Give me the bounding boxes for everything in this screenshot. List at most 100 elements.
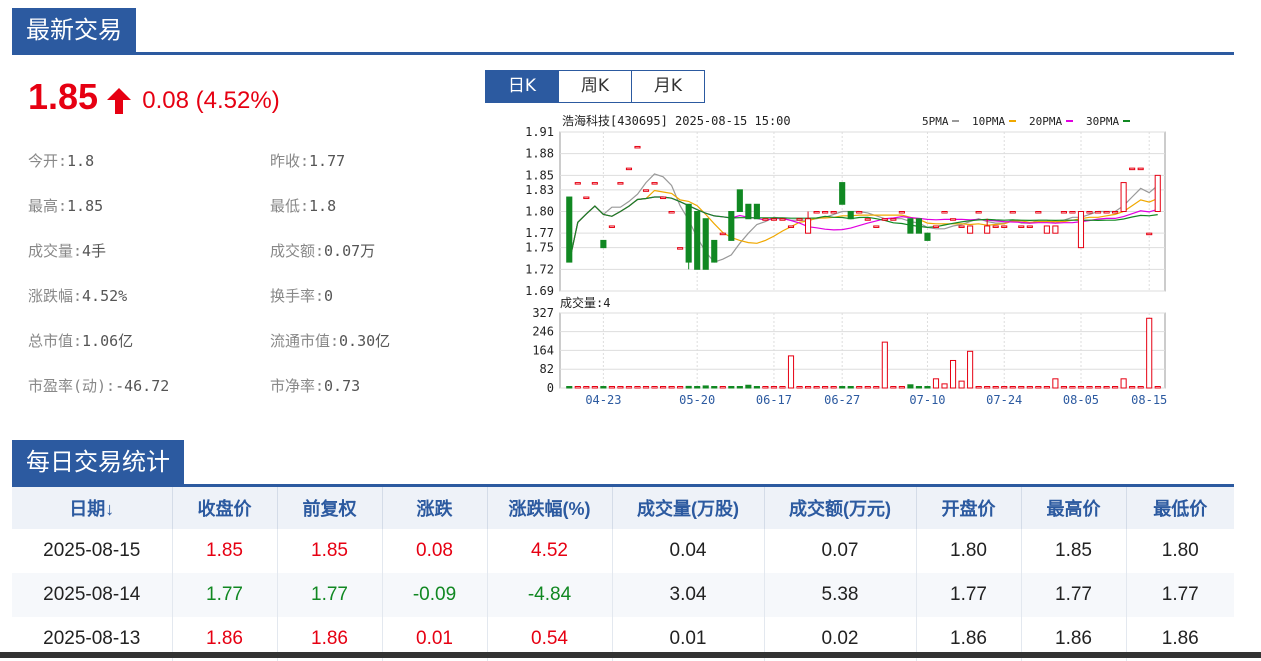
candle-body xyxy=(796,218,803,221)
volume-tick-label: 82 xyxy=(540,362,554,376)
stat-value: 1.06亿 xyxy=(82,332,134,350)
price-tick-label: 1.72 xyxy=(525,262,554,276)
ma-line-30pma xyxy=(568,196,1158,263)
column-header[interactable]: 前复权 xyxy=(277,487,383,529)
volume-bar xyxy=(915,386,922,389)
candle-body xyxy=(932,225,940,228)
candle-body xyxy=(566,196,573,263)
candle-body xyxy=(813,211,820,214)
volume-bar xyxy=(719,386,726,389)
x-tick-label: 05-20 xyxy=(679,393,715,407)
table-cell: 1.77 xyxy=(1021,573,1127,617)
volume-bar xyxy=(1018,386,1025,389)
stat-item: 换手率:0 xyxy=(270,285,333,306)
stat-value: 1.8 xyxy=(67,152,95,170)
price-tick-label: 1.69 xyxy=(525,284,554,298)
stat-item: 成交额:0.07万 xyxy=(270,240,375,261)
volume-bar xyxy=(796,386,803,389)
volume-bar xyxy=(762,386,769,389)
volume-bar xyxy=(898,386,905,389)
volume-bar xyxy=(1154,386,1161,389)
candle-body xyxy=(660,196,667,200)
volume-bar xyxy=(694,386,701,389)
column-header[interactable]: 成交量(万股) xyxy=(612,487,765,529)
stat-value: 0.07万 xyxy=(324,242,376,260)
volume-bar xyxy=(745,384,752,389)
legend-label: 10PMA xyxy=(972,115,1005,128)
candle-body xyxy=(975,211,982,214)
tab-daily-k[interactable]: 日K xyxy=(486,71,559,102)
candle-body xyxy=(1001,225,1008,228)
candle-body xyxy=(822,211,829,214)
volume-bar xyxy=(1035,386,1042,389)
volume-bar xyxy=(873,386,880,389)
volume-bar xyxy=(583,386,590,389)
tab-monthly-k[interactable]: 月K xyxy=(632,71,704,102)
candle-body xyxy=(907,218,914,234)
sort-date-header[interactable]: 日期↓ xyxy=(12,487,173,529)
volume-bar xyxy=(941,383,948,389)
volume-bar xyxy=(830,386,837,389)
candle-body xyxy=(1077,211,1085,249)
table-header-row: 日期↓ 收盘价 前复权 涨跌 涨跌幅(%) 成交量(万股) 成交额(万元) 开盘价 最高价 最低价 xyxy=(12,487,1234,529)
stat-item: 市盈率(动):-46.72 xyxy=(28,375,169,396)
candle-body xyxy=(898,211,905,214)
candle-body xyxy=(625,167,633,171)
candle-body xyxy=(736,189,743,213)
candle-body xyxy=(779,218,786,221)
volume-bar xyxy=(813,386,820,389)
kline-chart: 浩海科技[430695] 2025-08-15 15:00 5PMA 10PMA 20… xyxy=(525,113,1167,407)
volume-bar xyxy=(1094,386,1102,389)
candle-body xyxy=(1120,182,1127,213)
stat-item: 今开:1.8 xyxy=(28,150,94,171)
daily-stats-header: 每日交易统计 xyxy=(12,440,1234,487)
column-header[interactable]: 涨跌幅(%) xyxy=(487,487,613,529)
volume-bar xyxy=(677,386,684,389)
volume-bar xyxy=(967,350,974,389)
candle-body xyxy=(839,182,846,205)
table-cell: 4.52 xyxy=(487,529,613,573)
volume-tick-label: 246 xyxy=(532,325,554,339)
column-header[interactable]: 涨跌 xyxy=(382,487,488,529)
table-cell: 2025-08-14 xyxy=(12,573,173,617)
tab-weekly-k[interactable]: 周K xyxy=(559,71,632,102)
column-header[interactable]: 收盘价 xyxy=(172,487,278,529)
table-cell: 5.38 xyxy=(764,573,917,617)
ma-line-20pma xyxy=(568,196,1158,263)
candle-body xyxy=(728,211,735,241)
price-tick-label: 1.75 xyxy=(525,241,554,255)
volume-bar xyxy=(805,386,812,389)
candle-body xyxy=(1154,174,1161,213)
stat-item: 涨跌幅:4.52% xyxy=(28,285,127,306)
volume-bar xyxy=(591,386,598,389)
table-cell: 3.04 xyxy=(612,573,765,617)
candle-body xyxy=(992,225,999,228)
current-price: 1.85 xyxy=(28,76,99,117)
legend-label: 30PMA xyxy=(1086,115,1119,128)
bottom-bar xyxy=(0,652,1261,658)
candle-body xyxy=(873,225,880,228)
candle-body xyxy=(830,211,837,214)
table-cell: -4.84 xyxy=(487,573,613,617)
candle-body xyxy=(1112,211,1119,214)
table-cell: 1.77 xyxy=(916,573,1022,617)
column-header[interactable]: 最低价 xyxy=(1126,487,1234,529)
volume-bar xyxy=(685,385,692,389)
candle-body xyxy=(1060,211,1067,214)
column-header[interactable]: 最高价 xyxy=(1021,487,1127,529)
column-header[interactable]: 开盘价 xyxy=(916,487,1022,529)
price-change: 0.08 (4.52%) xyxy=(142,86,280,114)
candle-body xyxy=(915,218,922,234)
volume-bar xyxy=(642,386,650,389)
candle-body xyxy=(856,211,863,214)
candle-body xyxy=(719,232,726,236)
price-tick-label: 1.88 xyxy=(525,147,554,161)
table-cell: 0.04 xyxy=(612,529,765,573)
table-cell: 1.85 xyxy=(277,529,383,573)
column-header[interactable]: 成交额(万元) xyxy=(764,487,917,529)
candle-body xyxy=(1043,225,1050,234)
volume-bar xyxy=(634,386,641,389)
stat-label: 涨跌幅: xyxy=(28,287,83,305)
volume-bar xyxy=(617,386,624,389)
table-cell: 1.85 xyxy=(172,529,278,573)
